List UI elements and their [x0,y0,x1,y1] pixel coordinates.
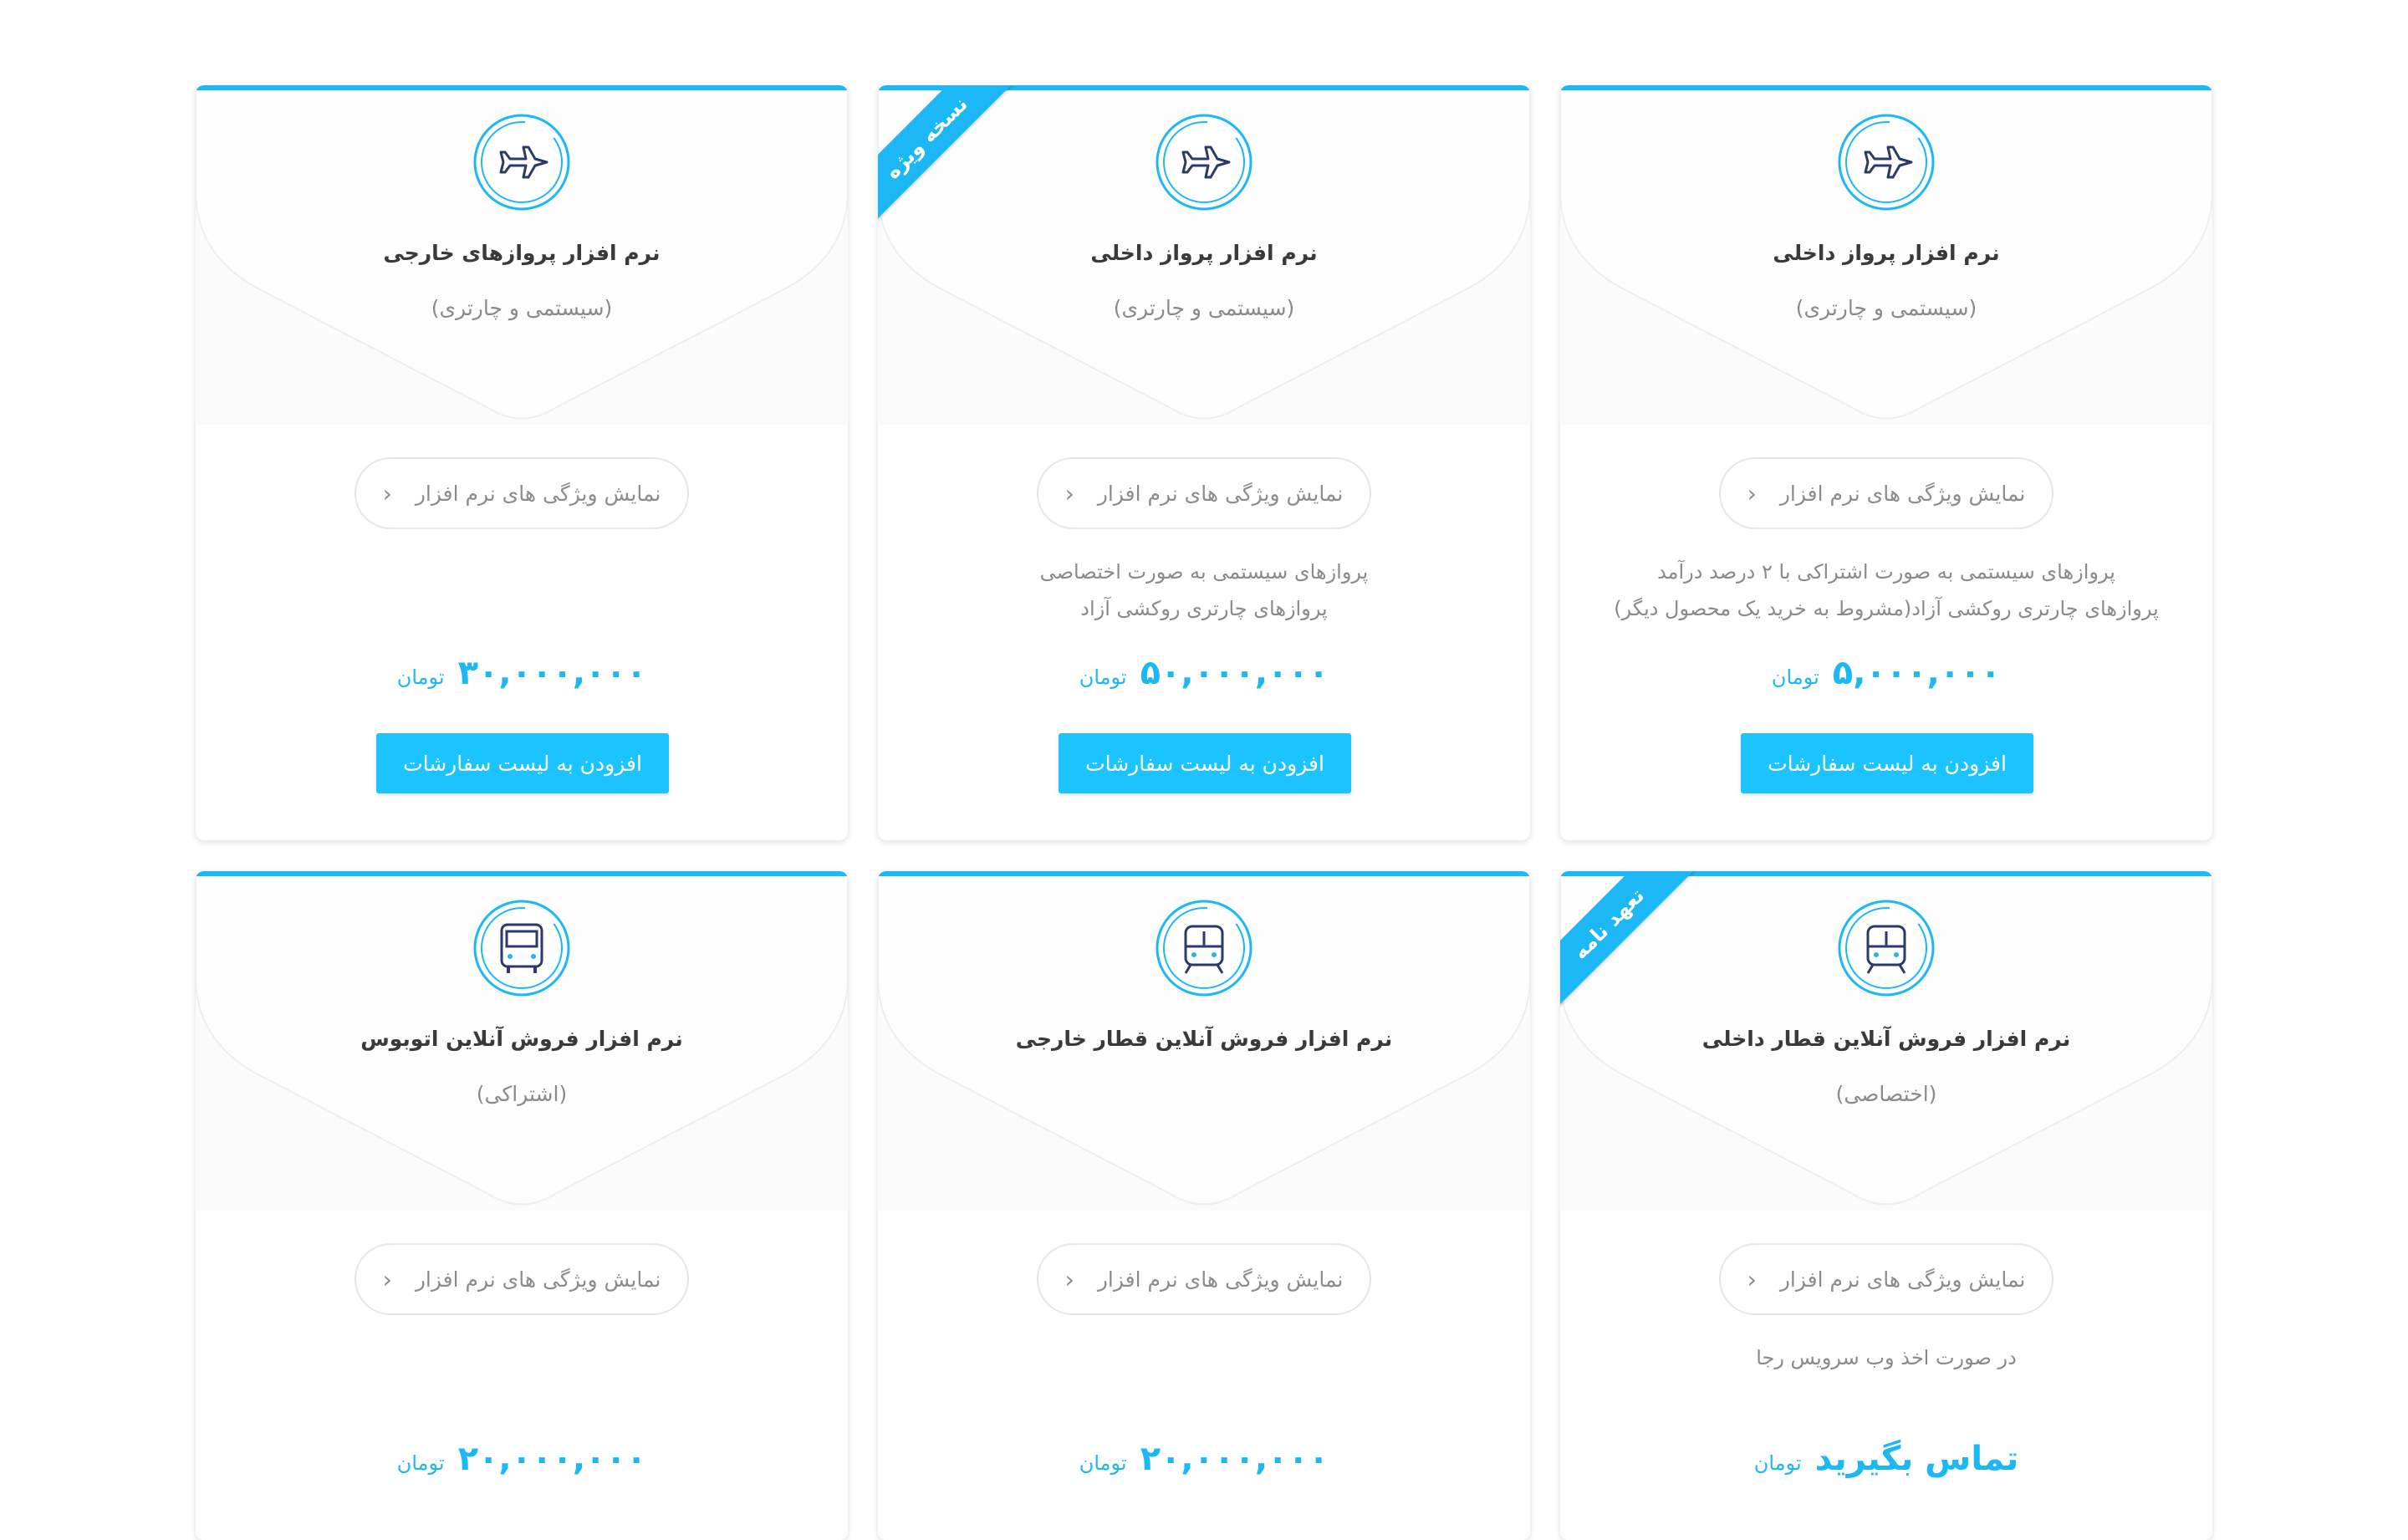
price-amount: ۲۰,۰۰۰,۰۰۰ [1140,1440,1329,1478]
add-to-orders-button[interactable]: افزودن به لیست سفارشات [1741,733,2033,793]
chevron-left-icon: ‹ [1064,479,1074,507]
airplane-icon [1156,114,1252,211]
product-card-bus: نرم افزار فروش آنلاین اتوبوس (اشتراکی) ن… [196,871,848,1540]
pricing-grid: نرم افزار پرواز داخلی (سیستمی و چارتری) … [0,0,2408,1540]
show-features-label: نمایش ویژگی های نرم افزار [415,1267,661,1292]
price-amount: ۵,۰۰۰,۰۰۰ [1832,654,2002,692]
card-price: ۳۰,۰۰۰,۰۰۰ تومان [196,654,848,692]
card-description: در صورت اخذ وب سرویس رجا [1594,1339,2179,1376]
price-unit: تومان [1771,665,1819,689]
show-features-button[interactable]: نمایش ویژگی های نرم افزار ‹ [1037,457,1371,529]
show-features-label: نمایش ویژگی های نرم افزار [1097,481,1344,506]
airplane-icon [473,114,570,211]
product-card-international-train: نرم افزار فروش آنلاین قطار خارجی نمایش و… [878,871,1530,1540]
price-unit: تومان [1079,1451,1127,1475]
price-unit: تومان [1079,665,1127,689]
card-price: ۵,۰۰۰,۰۰۰ تومان [1560,654,2212,692]
show-features-label: نمایش ویژگی های نرم افزار [1779,481,2026,506]
card-title: نرم افزار فروش آنلاین قطار خارجی [1015,1027,1393,1051]
chevron-left-icon: ‹ [1747,1265,1757,1293]
card-price: ۲۰,۰۰۰,۰۰۰ تومان [196,1440,848,1478]
product-card-domestic-train: نرم افزار فروش آنلاین قطار داخلی (اختصاص… [1560,871,2212,1540]
train-icon [1156,900,1252,997]
price-unit: تومان [396,1451,445,1475]
description-line: پروازهای چارتری روکشی آزاد [1080,597,1328,620]
train-icon [1838,900,1935,997]
airplane-icon [1838,114,1935,211]
chevron-left-icon: ‹ [1747,479,1757,507]
show-features-label: نمایش ویژگی های نرم افزار [415,481,661,506]
bus-icon [473,900,570,997]
chevron-left-icon: ‹ [382,1265,392,1293]
add-to-orders-button[interactable]: افزودن به لیست سفارشات [1059,733,1351,793]
show-features-button[interactable]: نمایش ویژگی های نرم افزار ‹ [1719,1243,2053,1315]
card-price: تماس بگیرید تومان [1560,1440,2212,1478]
card-price: ۲۰,۰۰۰,۰۰۰ تومان [878,1440,1530,1478]
product-card-domestic-flight-basic: نرم افزار پرواز داخلی (سیستمی و چارتری) … [1560,85,2212,840]
description-line: پروازهای سیستمی به صورت اختصاصی [1039,560,1369,584]
card-subtitle: (سیستمی و چارتری) [1113,296,1295,320]
card-title: نرم افزار فروش آنلاین قطار داخلی [1701,1027,2071,1051]
chevron-left-icon: ‹ [1064,1265,1074,1293]
description-line: پروازهای سیستمی به صورت اشتراکی با ۲ درص… [1657,560,2115,584]
show-features-button[interactable]: نمایش ویژگی های نرم افزار ‹ [1719,457,2053,529]
card-description: پروازهای سیستمی به صورت اختصاصی پروازهای… [911,553,1497,627]
description-line: پروازهای چارتری روکشی آزاد(مشروط به خرید… [1614,597,2159,620]
card-title: نرم افزار فروش آنلاین اتوبوس [360,1027,683,1051]
price-amount: ۳۰,۰۰۰,۰۰۰ [457,654,647,692]
show-features-label: نمایش ویژگی های نرم افزار [1097,1267,1344,1292]
product-card-domestic-flight-special: نرم افزار پرواز داخلی (سیستمی و چارتری) … [878,85,1530,840]
show-features-button[interactable]: نمایش ویژگی های نرم افزار ‹ [355,1243,689,1315]
card-subtitle: (اختصاصی) [1835,1082,1937,1106]
add-to-orders-button[interactable]: افزودن به لیست سفارشات [376,733,669,793]
product-card-international-flight: نرم افزار پروازهای خارجی (سیستمی و چارتر… [196,85,848,840]
show-features-button[interactable]: نمایش ویژگی های نرم افزار ‹ [355,457,689,529]
price-amount: ۲۰,۰۰۰,۰۰۰ [457,1440,647,1478]
card-title: نرم افزار پرواز داخلی [1773,241,2000,265]
card-price: ۵۰,۰۰۰,۰۰۰ تومان [878,654,1530,692]
card-subtitle: (سیستمی و چارتری) [1795,296,1977,320]
card-subtitle: (اشتراکی) [476,1082,568,1106]
description-line: در صورت اخذ وب سرویس رجا [1756,1346,2017,1369]
card-title: نرم افزار پرواز داخلی [1090,241,1318,265]
price-unit: تومان [396,665,445,689]
chevron-left-icon: ‹ [382,479,392,507]
price-amount: تماس بگیرید [1814,1440,2019,1478]
show-features-button[interactable]: نمایش ویژگی های نرم افزار ‹ [1037,1243,1371,1315]
card-subtitle: (سیستمی و چارتری) [431,296,613,320]
card-title: نرم افزار پروازهای خارجی [383,241,661,265]
price-unit: تومان [1753,1451,1802,1475]
price-amount: ۵۰,۰۰۰,۰۰۰ [1140,654,1329,692]
card-description: پروازهای سیستمی به صورت اشتراکی با ۲ درص… [1594,553,2179,627]
show-features-label: نمایش ویژگی های نرم افزار [1779,1267,2026,1292]
